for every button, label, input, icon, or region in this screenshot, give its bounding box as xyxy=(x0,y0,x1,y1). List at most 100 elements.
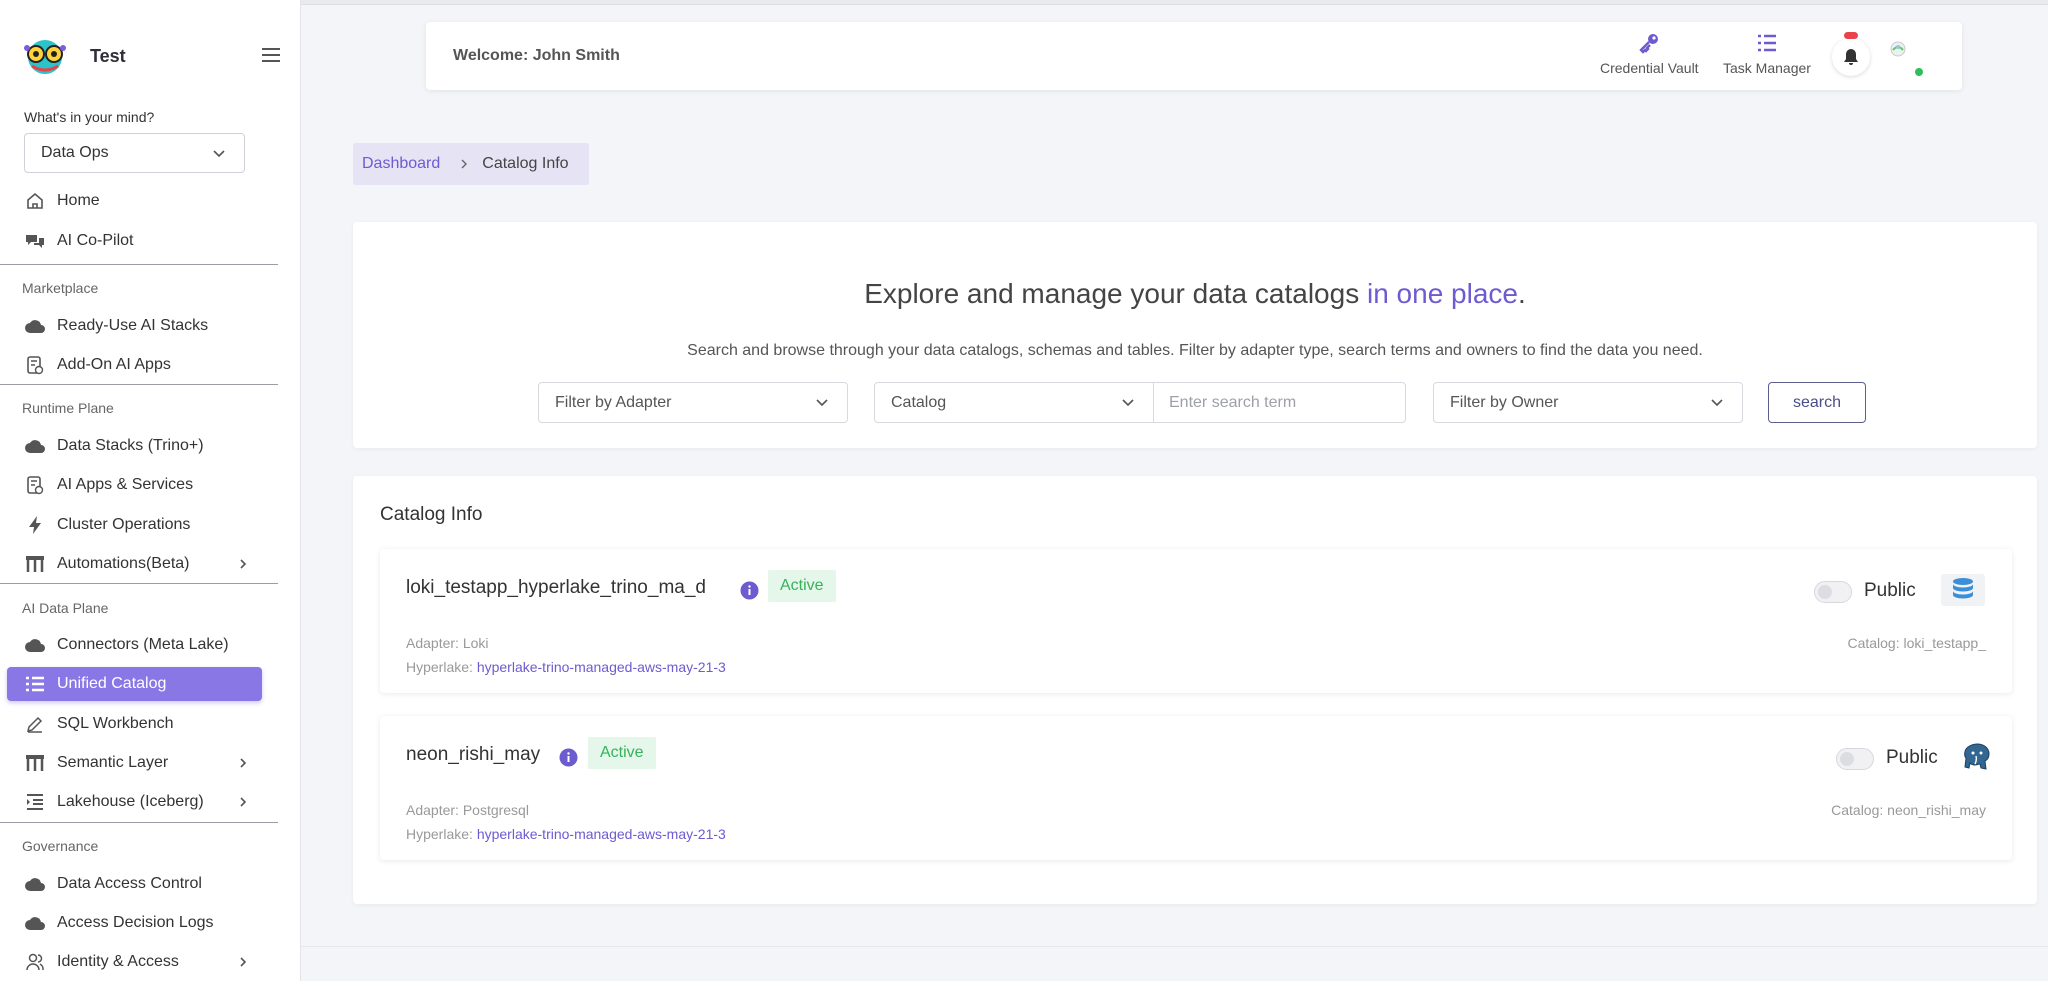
chevron-down-icon xyxy=(1711,399,1723,407)
sidebar-item-label: Lakehouse (Iceberg) xyxy=(57,793,204,810)
breadcrumb-dashboard-link[interactable]: Dashboard xyxy=(362,155,440,173)
sidebar-item-label: Data Stacks (Trino+) xyxy=(57,437,204,454)
search-input[interactable] xyxy=(1153,382,1406,423)
catalog-select[interactable]: Catalog xyxy=(874,382,1154,423)
chevron-down-icon xyxy=(816,399,828,407)
catalog-name[interactable]: loki_testapp_hyperlake_trino_ma_d xyxy=(406,577,706,599)
public-label: Public xyxy=(1864,580,1916,601)
sidebar-item-ai-apps-services[interactable]: AI Apps & Services xyxy=(0,468,300,502)
cloud-icon xyxy=(24,912,46,934)
hamburger-menu-icon[interactable] xyxy=(260,44,282,66)
filter-adapter-select[interactable]: Filter by Adapter xyxy=(538,382,848,423)
sidebar-item-sql-workbench[interactable]: SQL Workbench xyxy=(0,707,300,741)
explore-title-end: . xyxy=(1518,278,1526,309)
catalog-card[interactable]: neon_rishi_may Active Adapter: Postgresq… xyxy=(380,716,2012,860)
app-logo-icon xyxy=(24,40,66,74)
notification-button[interactable] xyxy=(1832,38,1870,76)
sidebar-divider xyxy=(0,264,278,265)
catalog-ref: Catalog: loki_testapp_ xyxy=(1847,635,1986,651)
sidebar-item-label: SQL Workbench xyxy=(57,715,174,732)
sidebar-item-automations[interactable]: Automations(Beta) xyxy=(0,547,300,581)
info-icon[interactable] xyxy=(740,581,759,600)
sidebar-item-label: Cluster Operations xyxy=(57,516,191,533)
hyperlake-label: Hyperlake: xyxy=(406,659,477,675)
catalog-info-panel: Catalog Info loki_testapp_hyperlake_trin… xyxy=(353,476,2037,904)
app-name: Test xyxy=(90,45,126,66)
panel-title: Catalog Info xyxy=(380,504,483,525)
section-title-runtime-plane: Runtime Plane xyxy=(22,400,114,416)
public-toggle[interactable] xyxy=(1814,581,1852,603)
sidebar-item-semantic-layer[interactable]: Semantic Layer xyxy=(0,746,300,780)
sidebar-item-connectors[interactable]: Connectors (Meta Lake) xyxy=(0,628,300,662)
brand: Test xyxy=(22,36,282,76)
sidebar-item-lakehouse[interactable]: Lakehouse (Iceberg) xyxy=(0,785,300,819)
section-title-marketplace: Marketplace xyxy=(22,280,99,296)
credential-vault-button[interactable]: Credential Vault xyxy=(1600,32,1699,82)
sidebar-item-identity-access[interactable]: Identity & Access xyxy=(0,945,300,979)
sidebar-item-label: Ready-Use AI Stacks xyxy=(57,317,209,334)
sidebar-item-unified-catalog[interactable]: Unified Catalog xyxy=(0,667,300,701)
sidebar-item-label: Data Access Control xyxy=(57,875,202,892)
sidebar-divider xyxy=(0,822,278,823)
catalog-name[interactable]: neon_rishi_may xyxy=(406,744,540,766)
task-list-icon xyxy=(1757,34,1776,52)
sidebar-item-label: Connectors (Meta Lake) xyxy=(57,636,229,653)
hierarchy-icon xyxy=(24,752,46,774)
sidebar-item-access-decision-logs[interactable]: Access Decision Logs xyxy=(0,906,300,940)
explore-title: Explore and manage your data catalogs in… xyxy=(353,278,2037,310)
welcome-text: Welcome: John Smith xyxy=(453,47,620,64)
chevron-right-icon xyxy=(240,559,247,569)
bolt-icon xyxy=(24,514,46,536)
explore-title-accent: in one place xyxy=(1366,278,1518,309)
status-badge: Active xyxy=(768,570,836,602)
cloud-icon xyxy=(24,873,46,895)
filter-owner-select[interactable]: Filter by Owner xyxy=(1433,382,1743,423)
cloud-icon xyxy=(24,315,46,337)
hyperlake-label: Hyperlake: xyxy=(406,826,477,842)
sidebar-item-label: Identity & Access xyxy=(57,953,179,970)
hyperlake-link[interactable]: hyperlake-trino-managed-aws-may-21-3 xyxy=(477,659,726,675)
sidebar-item-label: Home xyxy=(57,192,100,209)
adapter-text: Adapter: Postgresql xyxy=(406,802,529,818)
sidebar-item-label: AI Apps & Services xyxy=(57,476,194,493)
sidebar-item-ai-co-pilot[interactable]: AI Co-Pilot xyxy=(0,224,300,258)
public-label: Public xyxy=(1886,747,1938,768)
database-icon xyxy=(1941,574,1985,606)
home-icon xyxy=(24,190,46,212)
public-toggle[interactable] xyxy=(1836,748,1874,770)
mind-select[interactable]: Data Ops xyxy=(24,133,245,173)
top-header: Welcome: John Smith Credential Vault Tas… xyxy=(426,22,1962,90)
info-icon[interactable] xyxy=(559,748,578,767)
app-icon xyxy=(24,474,46,496)
edit-icon xyxy=(24,713,46,735)
section-title-ai-data-plane: AI Data Plane xyxy=(22,600,109,616)
search-button[interactable]: search xyxy=(1768,382,1866,423)
footer-divider xyxy=(301,946,2048,947)
credential-vault-label: Credential Vault xyxy=(1600,60,1699,76)
catalog-ref: Catalog: neon_rishi_may xyxy=(1831,802,1986,818)
sidebar-item-data-access-control[interactable]: Data Access Control xyxy=(0,867,300,901)
sidebar-item-home[interactable]: Home xyxy=(0,184,300,218)
indent-icon xyxy=(24,791,46,813)
catalog-card[interactable]: loki_testapp_hyperlake_trino_ma_d Active… xyxy=(380,549,2012,693)
breadcrumb: Dashboard Catalog Info xyxy=(353,143,589,185)
task-manager-button[interactable]: Task Manager xyxy=(1723,32,1811,82)
sidebar-item-data-stacks[interactable]: Data Stacks (Trino+) xyxy=(0,429,300,463)
users-icon xyxy=(24,951,46,973)
adapter-text: Adapter: Loki xyxy=(406,635,489,651)
key-icon xyxy=(1639,34,1659,54)
sidebar-item-cluster-operations[interactable]: Cluster Operations xyxy=(0,508,300,542)
app-icon xyxy=(24,354,46,376)
hyperlake-link[interactable]: hyperlake-trino-managed-aws-may-21-3 xyxy=(477,826,726,842)
sidebar-item-add-on-ai-apps[interactable]: Add-On AI Apps xyxy=(0,348,300,382)
chevron-down-icon xyxy=(213,150,225,158)
avatar[interactable] xyxy=(1886,38,1916,68)
chat-icon xyxy=(24,230,46,252)
explore-card: Explore and manage your data catalogs in… xyxy=(353,222,2037,448)
chevron-right-icon xyxy=(461,159,468,169)
section-title-governance: Governance xyxy=(22,838,99,854)
chevron-right-icon xyxy=(240,957,247,967)
postgresql-icon xyxy=(1960,741,1994,773)
sidebar-item-label: Add-On AI Apps xyxy=(57,356,171,373)
sidebar-item-ready-use-ai-stacks[interactable]: Ready-Use AI Stacks xyxy=(0,309,300,343)
